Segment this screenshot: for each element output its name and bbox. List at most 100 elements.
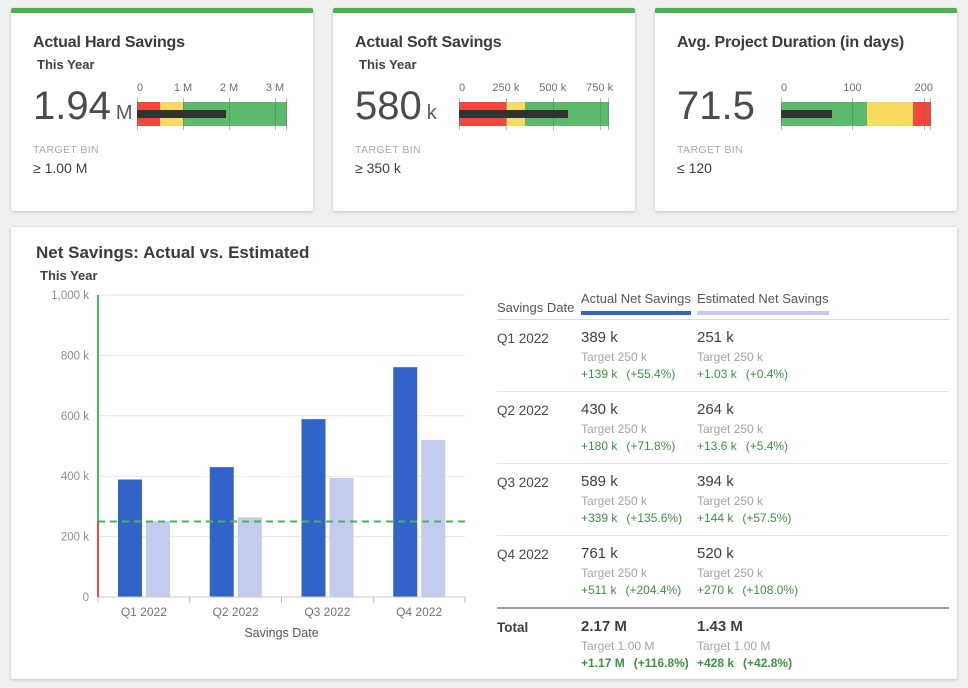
bullet-tick xyxy=(275,98,276,130)
bullet-tick-label: 0 xyxy=(459,82,465,94)
bullet-tick-label: 200 xyxy=(915,82,933,94)
bullet-tick xyxy=(286,98,287,130)
cell-value: 389 k xyxy=(581,329,697,346)
bar-actual[interactable] xyxy=(118,480,142,597)
target-bin-label: TARGET BIN xyxy=(677,144,957,156)
cell-variance: +1.03 k(+0.4%) xyxy=(697,367,949,381)
kpi-card-project-duration[interactable]: Avg. Project Duration (in days) 71.5 010… xyxy=(655,8,957,211)
cell-variance: +139 k(+55.4%) xyxy=(581,367,697,381)
card-accent-strip xyxy=(333,8,635,13)
kpi-value-row: 1.94M 01 M2 M3 M xyxy=(33,80,287,132)
table-cell: 430 k Target 250 k +180 k(+71.8%) xyxy=(581,401,697,453)
bar-estimated[interactable] xyxy=(421,440,445,597)
bullet-tick-label: 1 M xyxy=(174,82,192,94)
x-axis-category-label: Q2 2022 xyxy=(213,605,259,619)
kpi-value: 71.5 xyxy=(677,84,760,129)
column-header-savings-date[interactable]: Savings Date xyxy=(497,300,581,315)
kpi-value: 1.94M xyxy=(33,84,133,129)
cell-value: 251 k xyxy=(697,329,949,346)
cell-target: Target 250 k xyxy=(581,422,697,436)
table-cell: 1.43 M Target 1.00 M +428 k(+42.8%) xyxy=(697,618,949,670)
bar-estimated[interactable] xyxy=(238,517,262,597)
bar-chart: 0200 k400 k600 k800 k1,000 kQ1 2022Q2 20… xyxy=(21,277,501,649)
card-accent-strip xyxy=(11,8,313,13)
table-row[interactable]: Q4 2022 761 k Target 250 k +511 k(+204.4… xyxy=(497,536,949,607)
net-savings-panel: Net Savings: Actual vs. Estimated This Y… xyxy=(11,227,957,679)
cell-value: 1.43 M xyxy=(697,618,949,635)
cell-value: 430 k xyxy=(581,401,697,418)
bullet-tick-label: 250 k xyxy=(492,82,519,94)
y-axis-tick-label: 200 k xyxy=(61,532,89,544)
y-axis-tick-label: 1,000 k xyxy=(51,290,89,302)
savings-table: Savings Date Actual Net Savings Estimate… xyxy=(497,291,949,680)
table-cell: 2.17 M Target 1.00 M +1.17 M(+116.8%) xyxy=(581,618,697,670)
target-bin-label: TARGET BIN xyxy=(33,144,313,156)
bullet-tick xyxy=(600,98,601,130)
bullet-tick-labels: 0250 k500 k750 k xyxy=(459,82,609,97)
bullet-tick-label: 2 M xyxy=(220,82,238,94)
kpi-value-number: 1.94 xyxy=(33,84,111,128)
table-cell: 761 k Target 250 k +511 k(+204.4%) xyxy=(581,545,697,597)
bar-estimated[interactable] xyxy=(330,478,354,597)
table-total-row[interactable]: Total 2.17 M Target 1.00 M +1.17 M(+116.… xyxy=(497,607,949,680)
bar-actual[interactable] xyxy=(210,467,234,597)
bullet-measure-bar xyxy=(781,110,832,118)
cell-value: 264 k xyxy=(697,401,949,418)
card-accent-strip xyxy=(655,8,957,13)
cell-variance: +428 k(+42.8%) xyxy=(697,656,949,670)
kpi-dashboard: Actual Hard Savings This Year 1.94M 01 M… xyxy=(0,0,968,688)
column-header-estimated[interactable]: Estimated Net Savings xyxy=(697,291,949,315)
cell-value: 2.17 M xyxy=(581,618,697,635)
bullet-chart: 0100200 xyxy=(781,82,931,130)
kpi-value-unit: k xyxy=(427,102,437,124)
bar-estimated[interactable] xyxy=(146,521,170,597)
row-label: Q3 2022 xyxy=(497,473,581,525)
bullet-tick-label: 0 xyxy=(137,82,143,94)
row-label: Total xyxy=(497,618,581,670)
cell-variance: +144 k(+57.5%) xyxy=(697,511,949,525)
bullet-band xyxy=(459,102,609,126)
cell-value: 761 k xyxy=(581,545,697,562)
cell-variance: +13.6 k(+5.4%) xyxy=(697,439,949,453)
table-row[interactable]: Q2 2022 430 k Target 250 k +180 k(+71.8%… xyxy=(497,392,949,464)
card-title: Avg. Project Duration (in days) xyxy=(677,34,937,52)
bar-actual[interactable] xyxy=(393,367,417,597)
target-bin-value: ≤ 120 xyxy=(677,160,957,176)
target-bin-value: ≥ 350 k xyxy=(355,160,635,176)
cell-value: 589 k xyxy=(581,473,697,490)
bullet-tick xyxy=(608,98,609,130)
y-axis-tick-label: 0 xyxy=(83,592,89,604)
kpi-card-hard-savings[interactable]: Actual Hard Savings This Year 1.94M 01 M… xyxy=(11,8,313,211)
table-row[interactable]: Q1 2022 389 k Target 250 k +139 k(+55.4%… xyxy=(497,320,949,392)
bullet-range-segment xyxy=(867,102,913,126)
y-axis-tick-label: 400 k xyxy=(61,471,89,483)
bullet-range-segment xyxy=(913,102,931,126)
cell-value: 520 k xyxy=(697,545,949,562)
cell-variance: +511 k(+204.4%) xyxy=(581,583,697,597)
cell-target: Target 1.00 M xyxy=(697,639,949,653)
bullet-tick-labels: 0100200 xyxy=(781,82,931,97)
column-header-actual[interactable]: Actual Net Savings xyxy=(581,291,697,315)
bullet-tick xyxy=(924,98,925,130)
cell-variance: +1.17 M(+116.8%) xyxy=(581,656,697,670)
kpi-value-row: 71.5 0100200 xyxy=(677,80,931,132)
table-cell: 389 k Target 250 k +139 k(+55.4%) xyxy=(581,329,697,381)
cell-variance: +339 k(+135.6%) xyxy=(581,511,697,525)
cell-target: Target 250 k xyxy=(697,494,949,508)
bullet-tick-label: 750 k xyxy=(586,82,613,94)
cell-target: Target 250 k xyxy=(581,494,697,508)
bullet-measure-bar xyxy=(137,110,226,118)
bullet-tick xyxy=(852,98,853,130)
net-savings-bar-chart: 0200 k400 k600 k800 k1,000 kQ1 2022Q2 20… xyxy=(21,277,501,645)
bullet-band xyxy=(781,102,931,126)
card-title: Actual Hard Savings xyxy=(33,34,293,52)
cell-variance: +180 k(+71.8%) xyxy=(581,439,697,453)
panel-title: Net Savings: Actual vs. Estimated xyxy=(36,243,957,263)
bullet-measure-bar xyxy=(459,110,568,118)
bar-actual[interactable] xyxy=(302,419,326,597)
kpi-card-soft-savings[interactable]: Actual Soft Savings This Year 580k 0250 … xyxy=(333,8,635,211)
bullet-tick xyxy=(229,98,230,130)
table-row[interactable]: Q3 2022 589 k Target 250 k +339 k(+135.6… xyxy=(497,464,949,536)
bullet-tick-labels: 01 M2 M3 M xyxy=(137,82,287,97)
x-axis-category-label: Q4 2022 xyxy=(396,605,442,619)
